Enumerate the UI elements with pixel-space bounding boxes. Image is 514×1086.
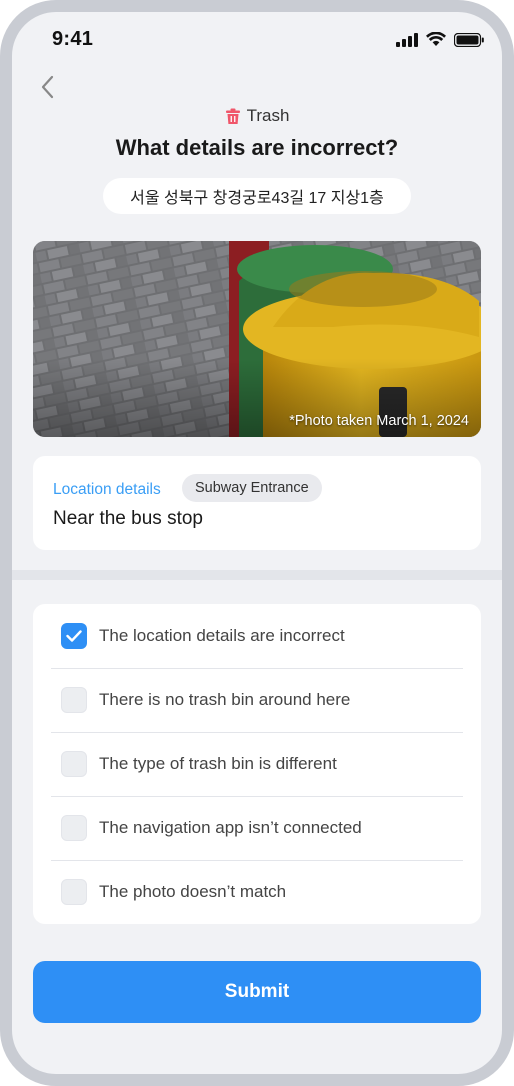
checkbox[interactable] (61, 751, 87, 777)
submit-button[interactable]: Submit (33, 961, 481, 1023)
battery-icon (454, 32, 484, 47)
cellular-signal-icon (396, 32, 418, 47)
photo-caption: *Photo taken March 1, 2024 (289, 413, 469, 429)
phone-frame: 9:41 Trash What details are incorrect? 서… (0, 0, 514, 1086)
options-card: The location details are incorrect There… (33, 604, 481, 924)
location-tag: Subway Entrance (182, 474, 322, 502)
checkbox[interactable] (61, 879, 87, 905)
category-label: Trash (12, 106, 502, 126)
category-text: Trash (246, 106, 290, 125)
location-details-value: Near the bus stop (53, 508, 203, 529)
address-badge: 서울 성북구 창경궁로43길 17 지상1층 (103, 178, 411, 214)
section-divider (12, 570, 502, 580)
option-label: The navigation app isn’t connected (99, 818, 362, 837)
option-label: The photo doesn’t match (99, 882, 287, 901)
status-bar: 9:41 (12, 12, 502, 68)
page-title: What details are incorrect? (115, 135, 399, 160)
wifi-icon (426, 32, 446, 46)
option-location-incorrect[interactable]: The location details are incorrect (51, 604, 463, 669)
photo-illustration (33, 241, 481, 437)
option-bin-type[interactable]: The type of trash bin is different (51, 732, 463, 797)
trash-bin-photo: *Photo taken March 1, 2024 (33, 241, 481, 437)
status-time: 9:41 (52, 28, 94, 50)
checkbox-checked[interactable] (61, 623, 87, 649)
location-details-label: Location details (53, 481, 161, 498)
option-no-bin[interactable]: There is no trash bin around here (51, 668, 463, 733)
back-button[interactable] (34, 72, 60, 102)
checkmark-icon (66, 630, 82, 642)
checkbox[interactable] (61, 815, 87, 841)
option-navigation[interactable]: The navigation app isn’t connected (51, 796, 463, 861)
option-label: The location details are incorrect (99, 626, 345, 645)
option-label: The type of trash bin is different (99, 754, 337, 773)
trash-icon (225, 108, 240, 124)
location-details-card: Location details Subway Entrance Near th… (33, 456, 481, 550)
status-icons (396, 32, 484, 47)
option-label: There is no trash bin around here (99, 690, 351, 709)
option-photo-mismatch[interactable]: The photo doesn’t match (51, 860, 463, 924)
chevron-left-icon (41, 75, 54, 99)
checkbox[interactable] (61, 687, 87, 713)
